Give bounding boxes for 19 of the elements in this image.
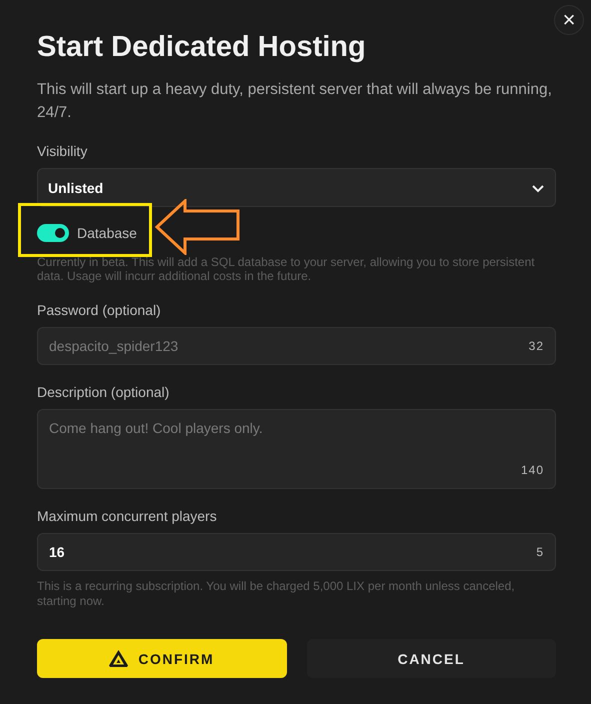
toggle-label: Database bbox=[77, 225, 137, 241]
field-label: Visibility bbox=[37, 142, 88, 160]
character-counter: 32 bbox=[528, 339, 544, 353]
visibility-dropdown[interactable]: Unlisted bbox=[37, 168, 556, 207]
help-text: Currently in beta. This will add a SQL database to your server, allowing you to store persistent data. Usage will incurr additional costs in the future. bbox=[37, 255, 536, 283]
triangle-logo-icon bbox=[109, 650, 128, 667]
character-counter: 5 bbox=[536, 545, 544, 559]
arrow-icon bbox=[154, 199, 240, 255]
field-label: Description (optional) bbox=[37, 383, 170, 401]
field-label: Maximum concurrent players bbox=[37, 507, 218, 525]
close-button[interactable]: × bbox=[554, 5, 584, 35]
dialog-title: Start Dedicated Hosting bbox=[37, 30, 367, 65]
character-counter: 140 bbox=[520, 463, 544, 477]
confirm-button[interactable]: CONFIRM bbox=[37, 639, 286, 678]
cancel-button[interactable]: CANCEL bbox=[306, 639, 556, 678]
database-toggle[interactable] bbox=[37, 224, 69, 242]
dialog-description: This will start up a heavy duty, persistent server that will always be running, 24/7. bbox=[37, 80, 553, 123]
subscription-note: This is a recurring subscription. You will be charged 5,000 LIX per month unless canceled, starting now. bbox=[37, 579, 516, 609]
field-label: Password (optional) bbox=[37, 301, 162, 319]
